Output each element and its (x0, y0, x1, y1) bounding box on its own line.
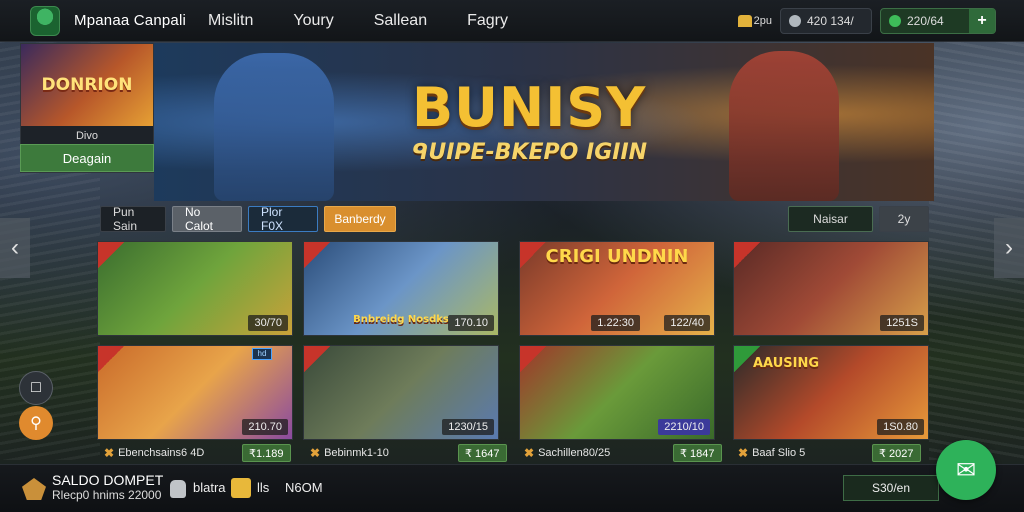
game-price: 1230/15 (442, 419, 494, 435)
game-tile[interactable]: 1230/15 (303, 345, 499, 440)
game-tile[interactable]: CRIGI UNDNIN 1.22:30 122/40 (519, 241, 715, 336)
hero-character-left (214, 53, 334, 201)
coin-icon (789, 15, 801, 27)
game-title: AAUSING (752, 356, 820, 371)
game-caption[interactable]: ✖ Ebenchsains6 4D (104, 446, 204, 460)
wallet-title: SALDO DOMPET (52, 472, 164, 488)
wallet-display[interactable]: 420 134/ (780, 8, 872, 34)
store-button[interactable]: □ (19, 371, 53, 405)
tool-icon: ✖ (104, 446, 115, 460)
game-price-secondary: 1.22:30 (591, 315, 640, 331)
game-tile[interactable]: AAUSING 1S0.80 (733, 345, 929, 440)
hot-ribbon (98, 346, 124, 372)
filter-button-4[interactable]: Banberdy (324, 206, 396, 232)
hero-title: BUNISY (412, 76, 647, 139)
game-price: 170.10 (448, 315, 494, 331)
sort-bar: Naisar 2y (788, 206, 929, 232)
chat-button[interactable]: ✉ (936, 440, 996, 500)
bell-icon (737, 15, 752, 27)
game-price: 210.70 (242, 419, 288, 435)
brand-name[interactable]: Mpanaa Canpali (74, 12, 186, 29)
add-funds-button[interactable]: + (969, 9, 995, 33)
caption-text: Bebinmk1-10 (324, 447, 389, 459)
wallet-subtitle: Rlecp0 hnims 22000 (52, 488, 162, 502)
nav-item-3[interactable]: Sallean (374, 12, 427, 30)
bottom-label-3: N6OM (285, 480, 323, 495)
carousel-next-button[interactable]: › (994, 218, 1024, 278)
game-caption[interactable]: ✖ Baaf Slio 5 (738, 446, 805, 460)
bottom-label-1: blatra (193, 480, 226, 495)
game-caption[interactable]: ✖ Bebinmk1-10 (310, 446, 389, 460)
game-tile[interactable]: 30/70 (97, 241, 293, 336)
store-icon: □ (31, 379, 41, 396)
bottom-label-2: lls (257, 480, 270, 495)
hot-ribbon (520, 346, 546, 372)
promo-caption: Divo (75, 130, 98, 142)
main-nav: Mislitn Youry Sallean Fagry (208, 12, 548, 30)
caption-price[interactable]: ₹1.189 (242, 444, 291, 462)
game-tile[interactable]: Bnbreidg Nosdks 170.10 (303, 241, 499, 336)
pin-icon: ⚲ (30, 415, 42, 432)
game-price: 1251S (880, 315, 924, 331)
caption-price[interactable]: ₹ 1647 (458, 444, 507, 462)
filter-button-3[interactable]: Plor F0X (248, 205, 318, 233)
tool-icon: ✖ (738, 446, 749, 460)
hot-ribbon (304, 346, 330, 372)
game-tile[interactable]: 2210/10 (519, 345, 715, 440)
hd-badge: hd (252, 348, 272, 360)
game-tile[interactable]: 1251S (733, 241, 929, 336)
notification-label: 2pu (753, 15, 772, 27)
caption-text: Sachillen80/25 (538, 447, 611, 459)
view-button[interactable]: 2y (879, 206, 929, 232)
game-caption[interactable]: ✖ Sachillen80/25 (524, 446, 610, 460)
hero-subtitle: ᑫUIPE-BKEPO IGIIN (412, 140, 648, 165)
tool-icon: ✖ (524, 446, 535, 460)
gem-icon (889, 15, 901, 27)
hot-ribbon (734, 242, 760, 268)
chip-icon (231, 478, 251, 498)
notification-button[interactable]: 2pu (737, 15, 772, 27)
location-button[interactable]: ⚲ (19, 406, 53, 440)
game-price: 1S0.80 (877, 419, 924, 435)
game-price: 2210/10 (658, 419, 710, 435)
glove-icon (170, 480, 186, 498)
hero-character-right (729, 51, 839, 201)
game-price: 122/40 (664, 315, 710, 331)
nav-item-4[interactable]: Fagry (467, 12, 508, 30)
chat-icon: ✉ (955, 456, 977, 484)
carousel-prev-button[interactable]: ‹ (0, 218, 30, 278)
caption-text: Baaf Slio 5 (752, 447, 806, 459)
tool-icon: ✖ (310, 446, 321, 460)
hero-banner[interactable]: BUNISY ᑫUIPE-BKEPO IGIIN (154, 43, 934, 201)
wallet-value: 420 134/ (807, 14, 854, 28)
chevron-left-icon: ‹ (11, 234, 19, 261)
bottom-action-button[interactable]: S30/en (843, 475, 939, 501)
chevron-right-icon: › (1005, 234, 1013, 261)
caption-price[interactable]: ₹ 2027 (872, 444, 921, 462)
nav-item-2[interactable]: Youry (293, 12, 333, 30)
hot-ribbon (304, 242, 330, 268)
game-title: CRIGI UNDNIN (545, 246, 689, 267)
bottom-bar: SALDO DOMPET Rlecp0 hnims 22000 blatra l… (0, 464, 1024, 512)
promo-button[interactable]: Deagain (20, 144, 154, 172)
caption-text: Ebenchsains6 4D (118, 447, 205, 459)
balance-value: 220/64 (907, 14, 944, 28)
balance-display[interactable]: 220/64 + (880, 8, 996, 34)
sort-button[interactable]: Naisar (788, 206, 873, 232)
caption-price[interactable]: ₹ 1847 (673, 444, 722, 462)
logo-icon[interactable] (30, 5, 60, 36)
filter-bar: Pun Sain No Calot Plor F0X Banberdy (100, 205, 396, 233)
hot-ribbon (98, 242, 124, 268)
wallet-icon (22, 478, 46, 500)
promo-art: DONRION (21, 44, 153, 126)
game-tile[interactable]: hd 210.70 (97, 345, 293, 440)
top-navigation: Mpanaa Canpali Mislitn Youry Sallean Fag… (0, 0, 1024, 42)
filter-button-1[interactable]: Pun Sain (100, 205, 166, 233)
nav-item-1[interactable]: Mislitn (208, 12, 253, 30)
account-area: 2pu 420 134/ 220/64 + (737, 8, 996, 34)
filter-button-2[interactable]: No Calot (172, 205, 242, 233)
game-price: 30/70 (248, 315, 288, 331)
